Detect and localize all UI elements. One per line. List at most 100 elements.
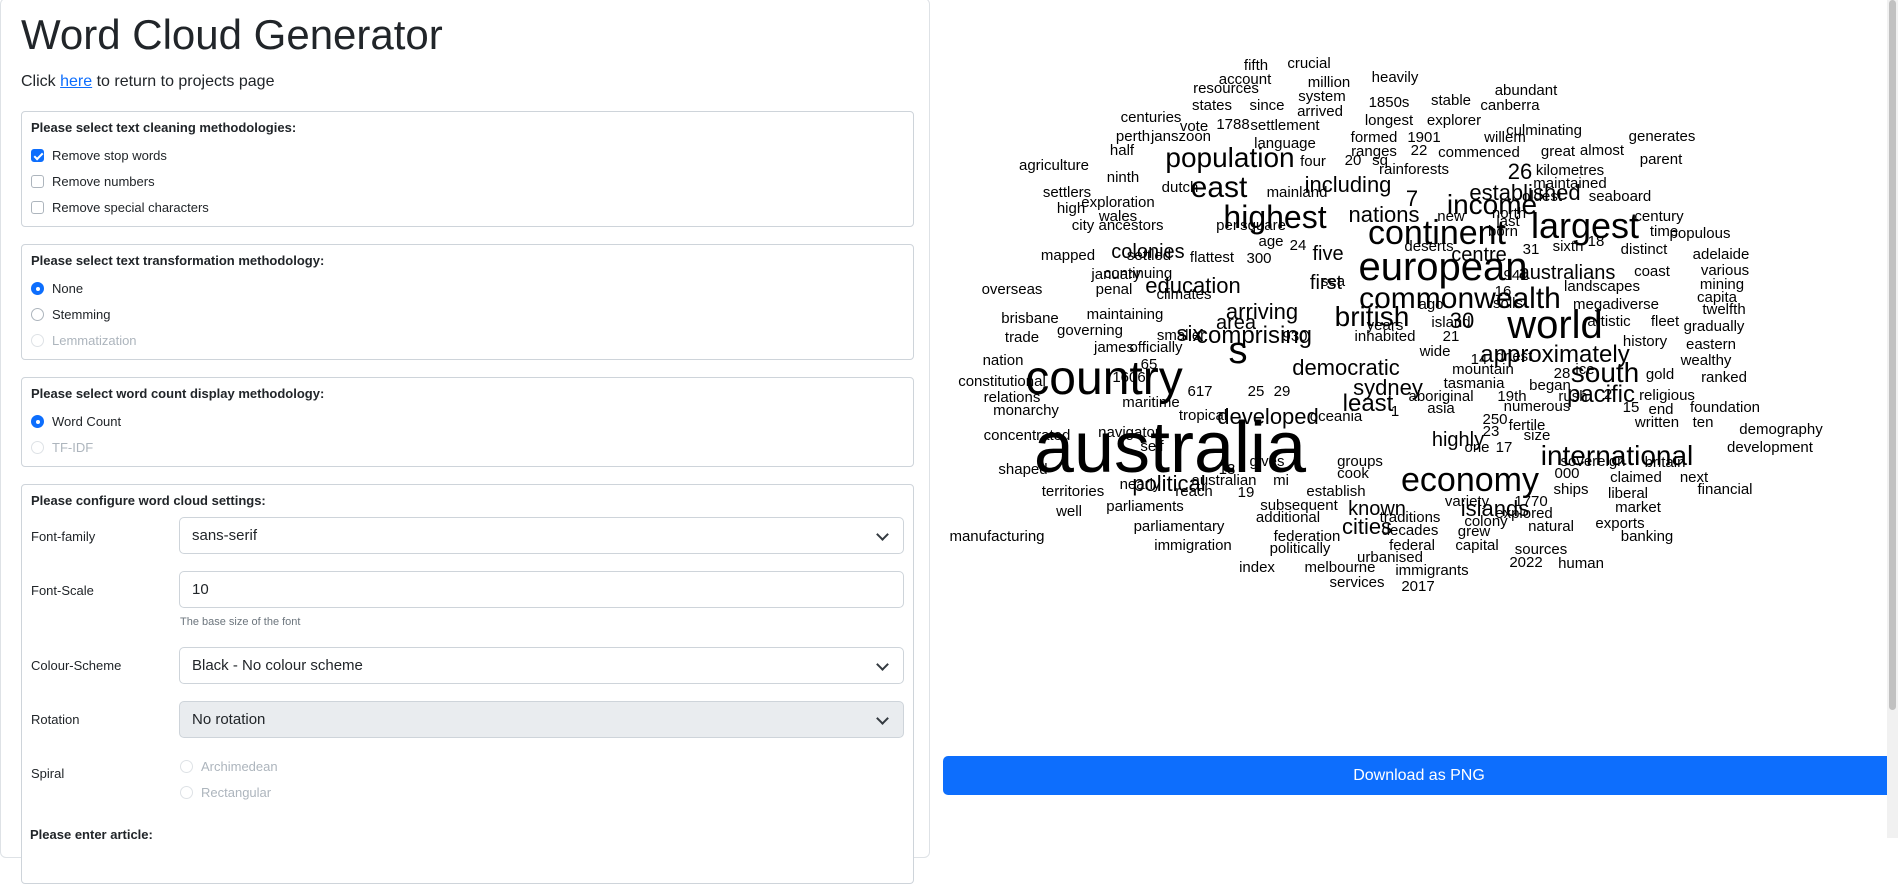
cloud-word: sixth [1552, 238, 1584, 256]
cloud-word: well [1056, 503, 1082, 521]
colour-scheme-select[interactable]: Black - No colour scheme [179, 647, 904, 684]
cloud-word: 7 [1405, 185, 1419, 211]
article-section-label: Please enter article: [30, 827, 153, 842]
radio-selected-icon[interactable] [31, 282, 44, 295]
cloud-word: settled [1126, 247, 1172, 265]
cloud-word: ancestors [1098, 217, 1164, 235]
option-label: Remove numbers [52, 174, 155, 189]
cloud-word: 17 [1495, 439, 1513, 457]
settings-fieldset: Please configure word cloud settings: Fo… [21, 484, 914, 884]
return-prefix: Click [21, 73, 61, 90]
cloud-word: centre [1451, 244, 1507, 267]
option-label: None [52, 281, 84, 296]
tf-idf-radio: TF-IDF [31, 440, 93, 455]
cloud-word: parliaments [1106, 498, 1184, 516]
cloud-word: 941 [1503, 267, 1529, 285]
cleaning-fieldset: Please select text cleaning methodologie… [21, 111, 914, 227]
font-scale-label: Font-Scale [31, 583, 94, 598]
remove-stop-words-checkbox[interactable]: Remove stop words [31, 148, 167, 163]
settings-panel: Word Cloud Generator Click here to retur… [0, 0, 930, 884]
colour-scheme-value: Black - No colour scheme [192, 657, 363, 674]
word-count-radio[interactable]: Word Count [31, 414, 121, 429]
cloud-word: climates [1156, 286, 1212, 304]
cloud-word: 930 [1282, 328, 1308, 346]
transformation-legend: Please select text transformation method… [31, 253, 325, 268]
cloud-word: reach [1175, 483, 1213, 501]
cloud-word: maintaining [1086, 306, 1164, 324]
cloud-word: adelaide [1692, 246, 1750, 264]
page-scrollbar[interactable] [1887, 0, 1898, 838]
count-display-legend: Please select word count display methodo… [31, 386, 325, 401]
cloud-word: area [1215, 312, 1257, 335]
font-scale-help: The base size of the font [180, 616, 301, 628]
cloud-word: capital [1455, 537, 1499, 555]
cloud-word: immigration [1154, 537, 1232, 555]
cloud-word: half [1109, 142, 1135, 160]
transformation-fieldset: Please select text transformation method… [21, 244, 914, 360]
cloud-word: new [1437, 208, 1465, 226]
rotation-value: No rotation [192, 711, 266, 728]
font-family-label: Font-family [31, 529, 96, 544]
cloud-word: fleet [1650, 313, 1680, 331]
cloud-word: almost [1579, 142, 1625, 160]
download-png-button[interactable]: Download as PNG [943, 756, 1895, 795]
count-display-fieldset: Please select word count display methodo… [21, 377, 914, 467]
radio-disabled-icon [31, 441, 44, 454]
option-label: Stemming [52, 307, 111, 322]
radio-selected-icon[interactable] [31, 415, 44, 428]
transform-stemming-radio[interactable]: Stemming [31, 307, 111, 322]
cloud-word: 23 [1482, 423, 1500, 441]
cloud-word: shaped [998, 461, 1048, 479]
cloud-word: cook [1337, 465, 1369, 483]
cloud-word: written [1634, 414, 1680, 432]
cloud-word: 2017 [1401, 578, 1435, 596]
cloud-word: 1850s [1368, 94, 1410, 112]
projects-link[interactable]: here [60, 73, 92, 90]
cloud-word: politically [1269, 540, 1331, 558]
cloud-word: longest [1364, 112, 1414, 130]
cloud-word: one [1464, 439, 1490, 457]
cloud-word: oceania [1309, 408, 1363, 426]
spiral-rectangular-radio: Rectangular [180, 785, 271, 800]
cloud-word: ice [1575, 361, 1595, 379]
checkbox-icon[interactable] [31, 175, 44, 188]
cloud-word: 29 [1273, 383, 1291, 401]
cloud-word: immigrants [1395, 562, 1469, 580]
cloud-word: mi [1273, 472, 1289, 490]
checkbox-checked-icon[interactable] [31, 149, 44, 162]
cloud-word: services [1329, 574, 1385, 592]
cloud-word: natural [1528, 518, 1574, 536]
cloud-word: ranked [1701, 369, 1747, 387]
cloud-word: brisbane [1001, 310, 1059, 328]
remove-numbers-checkbox[interactable]: Remove numbers [31, 174, 155, 189]
cloud-word: inhabited [1354, 328, 1416, 346]
cloud-word: numerous [1503, 398, 1571, 416]
scrollbar-thumb[interactable] [1889, 0, 1896, 710]
radio-icon[interactable] [31, 308, 44, 321]
cloud-word: resources [1193, 80, 1259, 98]
cloud-word: tropical [1178, 407, 1228, 425]
cloud-word: generates [1628, 128, 1696, 146]
cloud-word: additional [1255, 509, 1321, 527]
cloud-word: nation [982, 352, 1024, 370]
cloud-word: financial [1697, 481, 1753, 499]
cloud-word: claimed [1610, 469, 1662, 487]
cloud-word: distinct [1620, 241, 1668, 259]
cloud-word: overseas [981, 281, 1043, 299]
transform-none-radio[interactable]: None [31, 281, 83, 296]
cloud-word: megadiverse [1573, 296, 1659, 314]
remove-special-characters-checkbox[interactable]: Remove special characters [31, 200, 209, 215]
cloud-word: ninth [1106, 169, 1140, 187]
cloud-word: 22 [1410, 142, 1428, 160]
cloud-word: five [1312, 243, 1344, 266]
rotation-select[interactable]: No rotation [179, 701, 904, 738]
cloud-word: decades [1381, 522, 1439, 540]
return-suffix: to return to projects page [92, 73, 275, 90]
cloud-word: artistic [1587, 313, 1631, 331]
font-scale-input[interactable]: 10 [179, 571, 904, 608]
cloud-word: james [1093, 339, 1135, 357]
font-family-value: sans-serif [192, 527, 258, 544]
font-scale-value: 10 [192, 581, 209, 598]
font-family-select[interactable]: sans-serif [179, 517, 904, 554]
checkbox-icon[interactable] [31, 201, 44, 214]
